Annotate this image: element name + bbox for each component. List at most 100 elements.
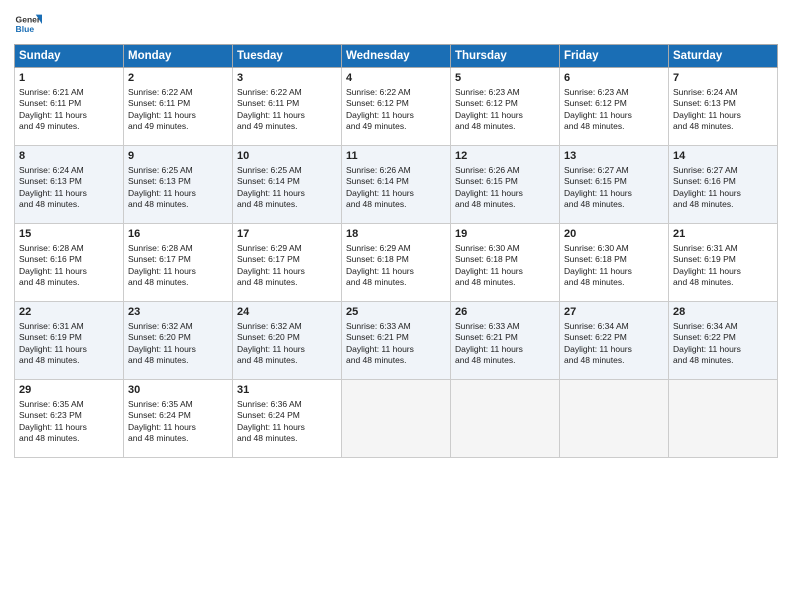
day-info-line: and 48 minutes. xyxy=(564,355,664,366)
day-info-line: Sunset: 6:21 PM xyxy=(455,332,555,343)
day-info-line: Sunset: 6:22 PM xyxy=(564,332,664,343)
calendar-header-cell: Sunday xyxy=(15,45,124,68)
day-info-line: Sunset: 6:14 PM xyxy=(237,176,337,187)
day-info-line: Daylight: 11 hours xyxy=(237,422,337,433)
calendar-day-cell: 20Sunrise: 6:30 AMSunset: 6:18 PMDayligh… xyxy=(560,224,669,302)
day-info-line: Sunset: 6:17 PM xyxy=(128,254,228,265)
calendar-day-cell: 4Sunrise: 6:22 AMSunset: 6:12 PMDaylight… xyxy=(342,68,451,146)
day-info-line: Daylight: 11 hours xyxy=(346,266,446,277)
day-info-line: Sunrise: 6:27 AM xyxy=(673,165,773,176)
calendar-day-cell: 12Sunrise: 6:26 AMSunset: 6:15 PMDayligh… xyxy=(451,146,560,224)
day-info-line: Sunset: 6:14 PM xyxy=(346,176,446,187)
calendar-week-row: 22Sunrise: 6:31 AMSunset: 6:19 PMDayligh… xyxy=(15,302,778,380)
day-info-line: and 48 minutes. xyxy=(237,277,337,288)
day-info-line: and 48 minutes. xyxy=(673,355,773,366)
day-info-line: and 48 minutes. xyxy=(19,277,119,288)
day-info-line: and 48 minutes. xyxy=(564,277,664,288)
day-info-line: Daylight: 11 hours xyxy=(128,110,228,121)
calendar-day-cell: 11Sunrise: 6:26 AMSunset: 6:14 PMDayligh… xyxy=(342,146,451,224)
day-info-line: Sunset: 6:18 PM xyxy=(455,254,555,265)
day-info-line: Daylight: 11 hours xyxy=(673,188,773,199)
calendar-day-cell: 27Sunrise: 6:34 AMSunset: 6:22 PMDayligh… xyxy=(560,302,669,380)
day-number: 8 xyxy=(19,149,119,164)
calendar-week-row: 8Sunrise: 6:24 AMSunset: 6:13 PMDaylight… xyxy=(15,146,778,224)
day-info-line: and 48 minutes. xyxy=(346,199,446,210)
day-info-line: and 48 minutes. xyxy=(128,277,228,288)
day-number: 21 xyxy=(673,227,773,242)
day-info-line: and 48 minutes. xyxy=(564,121,664,132)
day-info-line: Daylight: 11 hours xyxy=(128,344,228,355)
day-info-line: and 48 minutes. xyxy=(455,355,555,366)
day-info-line: Sunrise: 6:28 AM xyxy=(128,243,228,254)
day-number: 11 xyxy=(346,149,446,164)
logo: General Blue xyxy=(14,10,42,38)
day-number: 16 xyxy=(128,227,228,242)
day-number: 4 xyxy=(346,71,446,86)
day-number: 10 xyxy=(237,149,337,164)
day-info-line: Sunrise: 6:36 AM xyxy=(237,399,337,410)
day-info-line: Daylight: 11 hours xyxy=(346,110,446,121)
day-number: 27 xyxy=(564,305,664,320)
day-number: 1 xyxy=(19,71,119,86)
calendar-day-cell xyxy=(669,380,778,458)
day-info-line: Daylight: 11 hours xyxy=(455,266,555,277)
day-info-line: Daylight: 11 hours xyxy=(19,266,119,277)
calendar-day-cell: 9Sunrise: 6:25 AMSunset: 6:13 PMDaylight… xyxy=(124,146,233,224)
day-info-line: and 48 minutes. xyxy=(455,121,555,132)
logo-icon: General Blue xyxy=(14,10,42,38)
day-number: 6 xyxy=(564,71,664,86)
calendar-week-row: 1Sunrise: 6:21 AMSunset: 6:11 PMDaylight… xyxy=(15,68,778,146)
day-info-line: and 48 minutes. xyxy=(346,277,446,288)
calendar-day-cell: 3Sunrise: 6:22 AMSunset: 6:11 PMDaylight… xyxy=(233,68,342,146)
calendar-day-cell: 28Sunrise: 6:34 AMSunset: 6:22 PMDayligh… xyxy=(669,302,778,380)
day-info-line: Sunrise: 6:28 AM xyxy=(19,243,119,254)
calendar-day-cell xyxy=(451,380,560,458)
day-info-line: and 49 minutes. xyxy=(346,121,446,132)
day-info-line: Sunset: 6:16 PM xyxy=(673,176,773,187)
calendar-day-cell: 15Sunrise: 6:28 AMSunset: 6:16 PMDayligh… xyxy=(15,224,124,302)
day-info-line: Sunrise: 6:35 AM xyxy=(128,399,228,410)
day-info-line: Daylight: 11 hours xyxy=(564,188,664,199)
calendar-day-cell: 29Sunrise: 6:35 AMSunset: 6:23 PMDayligh… xyxy=(15,380,124,458)
day-info-line: Sunrise: 6:22 AM xyxy=(237,87,337,98)
main-container: General Blue SundayMondayTuesdayWednesda… xyxy=(0,0,792,466)
day-info-line: and 48 minutes. xyxy=(237,355,337,366)
day-number: 28 xyxy=(673,305,773,320)
day-info-line: and 48 minutes. xyxy=(128,199,228,210)
day-info-line: Sunrise: 6:22 AM xyxy=(128,87,228,98)
day-info-line: and 49 minutes. xyxy=(237,121,337,132)
day-number: 20 xyxy=(564,227,664,242)
day-info-line: Daylight: 11 hours xyxy=(237,188,337,199)
header: General Blue xyxy=(14,10,778,38)
day-info-line: Sunset: 6:17 PM xyxy=(237,254,337,265)
calendar-day-cell: 1Sunrise: 6:21 AMSunset: 6:11 PMDaylight… xyxy=(15,68,124,146)
day-info-line: and 48 minutes. xyxy=(237,199,337,210)
day-info-line: Sunset: 6:20 PM xyxy=(128,332,228,343)
calendar-header-cell: Friday xyxy=(560,45,669,68)
day-number: 24 xyxy=(237,305,337,320)
day-info-line: Daylight: 11 hours xyxy=(673,344,773,355)
day-info-line: Daylight: 11 hours xyxy=(128,188,228,199)
calendar-body: 1Sunrise: 6:21 AMSunset: 6:11 PMDaylight… xyxy=(15,68,778,458)
day-info-line: Sunset: 6:13 PM xyxy=(19,176,119,187)
day-info-line: Sunrise: 6:32 AM xyxy=(128,321,228,332)
day-number: 18 xyxy=(346,227,446,242)
day-info-line: Sunset: 6:19 PM xyxy=(19,332,119,343)
day-info-line: Sunrise: 6:26 AM xyxy=(455,165,555,176)
calendar-day-cell: 26Sunrise: 6:33 AMSunset: 6:21 PMDayligh… xyxy=(451,302,560,380)
day-info-line: Sunrise: 6:25 AM xyxy=(237,165,337,176)
day-info-line: Sunrise: 6:34 AM xyxy=(564,321,664,332)
calendar-day-cell: 10Sunrise: 6:25 AMSunset: 6:14 PMDayligh… xyxy=(233,146,342,224)
day-info-line: Sunrise: 6:27 AM xyxy=(564,165,664,176)
day-info-line: Sunset: 6:23 PM xyxy=(19,410,119,421)
calendar-header-cell: Tuesday xyxy=(233,45,342,68)
calendar-day-cell: 24Sunrise: 6:32 AMSunset: 6:20 PMDayligh… xyxy=(233,302,342,380)
day-info-line: Sunset: 6:12 PM xyxy=(564,98,664,109)
calendar-day-cell: 23Sunrise: 6:32 AMSunset: 6:20 PMDayligh… xyxy=(124,302,233,380)
day-info-line: and 48 minutes. xyxy=(564,199,664,210)
day-info-line: Sunrise: 6:33 AM xyxy=(346,321,446,332)
day-info-line: and 48 minutes. xyxy=(19,199,119,210)
day-info-line: Sunrise: 6:29 AM xyxy=(237,243,337,254)
day-info-line: Daylight: 11 hours xyxy=(455,110,555,121)
day-info-line: and 48 minutes. xyxy=(346,355,446,366)
